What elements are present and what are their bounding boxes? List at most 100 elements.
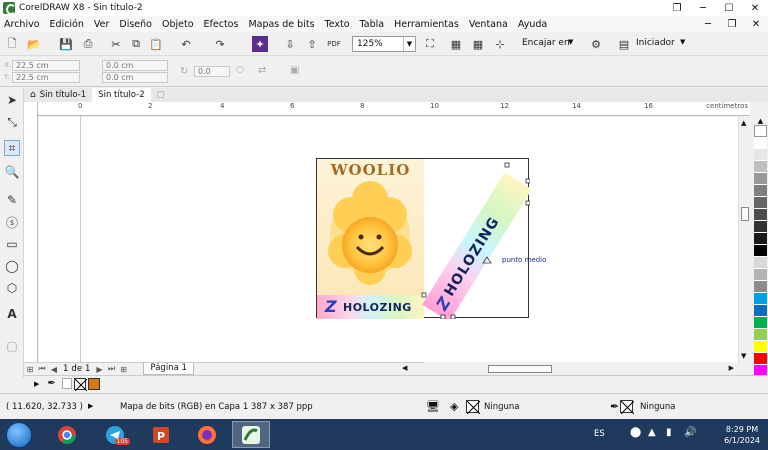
height-field[interactable]: 0.0 cm xyxy=(102,72,168,83)
prev-page-icon[interactable]: ◀ xyxy=(48,365,60,374)
menu-tabla[interactable]: Tabla xyxy=(360,19,385,30)
palette-swatch[interactable] xyxy=(754,185,767,197)
vertical-scrollbar[interactable]: ▲ ▼ xyxy=(738,117,750,362)
menu-ver[interactable]: Ver xyxy=(94,19,110,30)
fill-none-swatch[interactable] xyxy=(466,400,480,414)
first-page-icon[interactable]: ⏮ xyxy=(36,364,48,374)
doc-restore-button[interactable]: ❐ xyxy=(720,16,744,32)
save-icon[interactable]: 💾 xyxy=(58,36,74,52)
lock-ratio-icon[interactable]: ▣ xyxy=(290,65,299,76)
palette-swatch[interactable] xyxy=(754,257,767,269)
horizontal-scrollbar[interactable]: ◀ ▶ xyxy=(400,363,738,375)
redo-icon[interactable]: ↷ xyxy=(212,36,228,52)
horizontal-ruler[interactable]: 0 2 4 6 8 10 12 14 16 centímetros xyxy=(38,102,750,116)
launcher-dropdown[interactable]: Iniciador xyxy=(636,38,675,48)
color-proof-icon[interactable]: 🖥 xyxy=(426,400,440,413)
palette-menu-icon[interactable]: ▶ xyxy=(34,380,39,388)
no-fill-swatch[interactable] xyxy=(73,377,87,391)
ellipse-tool-icon[interactable]: ◯ xyxy=(4,258,20,274)
help-icon[interactable]: ❐ xyxy=(664,0,690,16)
full-screen-icon[interactable]: ⛶ xyxy=(422,36,438,52)
palette-swatch[interactable] xyxy=(754,173,767,185)
new-document-icon[interactable]: 🗋 xyxy=(4,36,20,52)
document-page[interactable]: WOOLIO Z HOLOZING Z HOLOZING punto medio xyxy=(316,158,546,322)
menu-edicion[interactable]: Edición xyxy=(50,19,84,30)
scroll-right-icon[interactable]: ▶ xyxy=(729,364,734,372)
rectangle-tool-icon[interactable]: ▭ xyxy=(4,236,20,252)
palette-swatch[interactable] xyxy=(754,269,767,281)
chrome-app-icon[interactable] xyxy=(48,421,86,448)
scroll-left-icon[interactable]: ◀ xyxy=(402,364,407,372)
palette-swatch[interactable] xyxy=(754,161,767,173)
palette-swatch[interactable] xyxy=(754,197,767,209)
telegram-app-icon[interactable]: 105 xyxy=(96,421,134,448)
undo-icon[interactable]: ↶ xyxy=(178,36,194,52)
artistic-media-tool-icon[interactable]: ⓢ xyxy=(4,214,20,230)
horizontal-scroll-thumb[interactable] xyxy=(488,365,552,373)
copy-icon[interactable]: ⧉ xyxy=(128,36,144,52)
palette-swatch[interactable] xyxy=(754,341,767,353)
eyedropper-icon[interactable]: ✒ xyxy=(47,378,55,389)
print-icon[interactable]: ⎙ xyxy=(80,36,96,52)
palette-swatch[interactable] xyxy=(754,221,767,233)
last-page-icon[interactable]: ⏭ xyxy=(105,364,117,374)
cut-icon[interactable]: ✂ xyxy=(108,36,124,52)
palette-swatch[interactable] xyxy=(754,233,767,245)
options-gear-icon[interactable]: ⚙ xyxy=(588,36,604,52)
show-guides-icon[interactable]: ⊹ xyxy=(492,36,508,52)
firefox-app-icon[interactable] xyxy=(188,421,226,448)
zoom-level-select[interactable]: 125% ▼ xyxy=(352,36,416,52)
palette-swatch[interactable] xyxy=(754,317,767,329)
menu-archivo[interactable]: Archivo xyxy=(4,19,40,30)
next-page-icon[interactable]: ▶ xyxy=(93,365,105,374)
tray-arrow-icon[interactable]: ▲ xyxy=(648,427,656,438)
shape-tool-icon[interactable]: ⤡ xyxy=(4,114,20,130)
palette-swatch-empty[interactable] xyxy=(61,378,72,389)
menu-ayuda[interactable]: Ayuda xyxy=(518,19,547,30)
snap-to-dropdown[interactable]: Encajar en xyxy=(522,38,570,48)
menu-ventana[interactable]: Ventana xyxy=(469,19,508,30)
show-rulers-icon[interactable]: ▦ xyxy=(448,36,464,52)
windows-start-button[interactable] xyxy=(6,422,32,448)
palette-swatch[interactable] xyxy=(754,293,767,305)
system-clock[interactable]: 8:29 PM 6/1/2024 xyxy=(724,424,760,446)
maximize-button[interactable]: ☐ xyxy=(716,0,742,16)
text-tool-icon[interactable]: A xyxy=(4,306,20,322)
vertical-ruler[interactable] xyxy=(24,102,38,362)
menu-efectos[interactable]: Efectos xyxy=(204,19,239,30)
palette-swatch[interactable] xyxy=(754,353,767,365)
pick-tool-icon[interactable]: ➤ xyxy=(4,92,20,108)
launcher-icon[interactable]: ▤ xyxy=(616,36,632,52)
palette-swatch[interactable] xyxy=(754,137,767,149)
language-indicator[interactable]: ES xyxy=(594,429,605,439)
polygon-tool-icon[interactable]: ⬡ xyxy=(4,280,20,296)
coreldraw-app-icon[interactable] xyxy=(232,421,270,448)
vertical-scroll-thumb[interactable] xyxy=(741,207,749,221)
close-button[interactable]: ✕ xyxy=(742,0,768,16)
width-field[interactable]: 0.0 cm xyxy=(102,60,168,71)
palette-swatch[interactable] xyxy=(754,245,767,257)
show-grid-icon[interactable]: ▦ xyxy=(470,36,486,52)
rotation-angle-field[interactable]: 0.0 xyxy=(194,66,230,77)
export-icon[interactable]: ⇧ xyxy=(304,36,320,52)
menu-texto[interactable]: Texto xyxy=(325,19,350,30)
paste-icon[interactable]: 📋 xyxy=(148,36,164,52)
volume-icon[interactable]: 🔊 xyxy=(684,427,696,438)
palette-swatch[interactable] xyxy=(754,149,767,161)
network-icon[interactable]: ▮ xyxy=(666,427,672,438)
crop-tool-icon[interactable]: ⌗ xyxy=(4,140,20,156)
add-page-icon[interactable]: ⊞ xyxy=(24,365,36,374)
palette-swatch[interactable] xyxy=(754,305,767,317)
y-position-field[interactable]: 22.5 cm xyxy=(12,72,80,83)
page-tab-pagina-1[interactable]: Página 1 xyxy=(143,363,194,375)
menu-objeto[interactable]: Objeto xyxy=(162,19,194,30)
zoom-tool-icon[interactable]: 🔍 xyxy=(4,164,20,180)
outline-none-swatch[interactable] xyxy=(620,400,634,414)
add-tab-icon[interactable]: ▢ xyxy=(151,88,171,102)
menu-herramientas[interactable]: Herramientas xyxy=(394,19,459,30)
menu-diseno[interactable]: Diseño xyxy=(119,19,152,30)
freehand-tool-icon[interactable]: ✎ xyxy=(4,192,20,208)
menu-mapas-de-bits[interactable]: Mapas de bits xyxy=(248,19,314,30)
minimize-button[interactable]: ─ xyxy=(690,0,716,16)
scroll-up-icon[interactable]: ▲ xyxy=(741,119,746,127)
